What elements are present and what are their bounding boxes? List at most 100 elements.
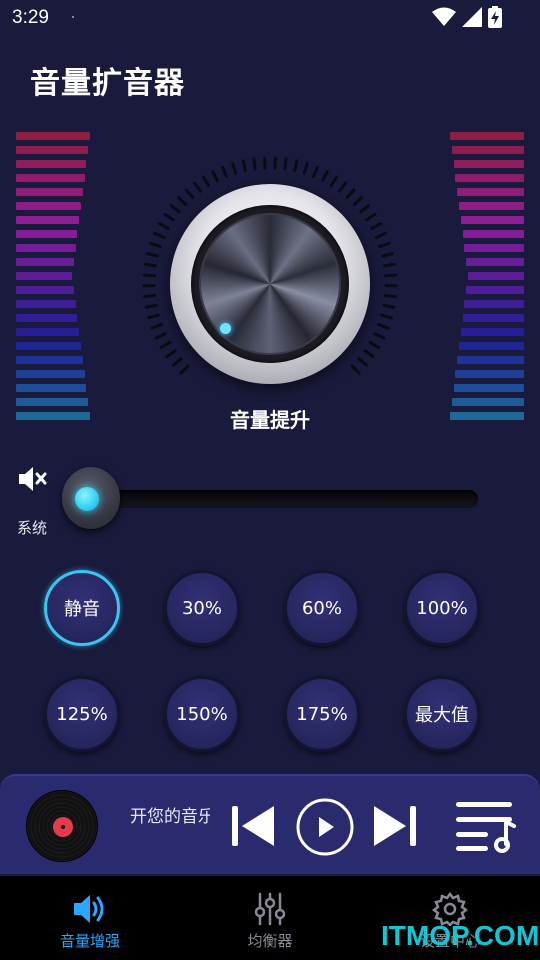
knob-tick — [149, 241, 162, 249]
knob-tick — [144, 262, 157, 268]
play-icon[interactable] — [296, 798, 354, 856]
eq-bar — [464, 244, 524, 252]
eq-bar — [16, 216, 80, 224]
eq-bar — [468, 272, 524, 280]
eq-bar — [16, 188, 83, 196]
knob-tick — [144, 303, 158, 309]
preset-175-button[interactable]: 175% — [284, 676, 360, 752]
knob-tick — [241, 159, 247, 173]
preset-100-button[interactable]: 100% — [404, 570, 480, 646]
knob-tick — [365, 212, 377, 222]
track-title: 开您的音乐 — [130, 807, 210, 826]
knob-tick — [169, 204, 181, 214]
eq-bar — [16, 132, 90, 140]
preset-125-button[interactable]: 125% — [44, 676, 120, 752]
knob-tick — [293, 159, 299, 173]
eq-bar — [16, 160, 87, 168]
eq-bar — [462, 230, 524, 238]
preset-max-button[interactable]: 最大值 — [404, 676, 480, 752]
vinyl-record-icon[interactable] — [26, 790, 98, 862]
knob-tick — [357, 357, 368, 367]
preset-30-button[interactable]: 30% — [164, 570, 240, 646]
knob-tick — [370, 222, 383, 230]
knob-tick — [172, 357, 183, 367]
knob-tick — [252, 157, 257, 171]
app-title: 音量扩音器 — [30, 66, 185, 101]
eq-bar — [453, 160, 524, 168]
volume-slider-thumb[interactable] — [62, 467, 120, 529]
volume-slider-track[interactable] — [70, 490, 478, 508]
eq-bar — [16, 328, 80, 336]
knob-tick — [359, 204, 371, 214]
eq-bar — [460, 328, 524, 336]
volume-knob[interactable] — [140, 154, 400, 414]
site-watermark: ITMOP.COM — [381, 920, 540, 951]
signal-icon — [462, 7, 482, 27]
nav-item-equalizer[interactable]: 均衡器 — [180, 876, 360, 960]
knob-tick — [163, 212, 175, 222]
nav-label-equalizer: 均衡器 — [247, 932, 293, 950]
eq-bar — [466, 286, 524, 294]
knob-face — [199, 213, 341, 355]
previous-track-icon[interactable] — [230, 802, 276, 850]
vinyl-hole — [61, 825, 65, 829]
knob-tick — [338, 181, 348, 193]
knob-tick — [321, 170, 329, 183]
knob-indicator-dot — [220, 323, 231, 334]
knob-tick — [345, 188, 356, 199]
knob-tick — [350, 364, 361, 375]
eq-bar — [462, 314, 524, 322]
preset-mute-button[interactable]: 静音 — [44, 570, 120, 646]
nav-item-volume-boost[interactable]: 音量增强 — [0, 876, 180, 960]
knob-tick — [142, 273, 156, 278]
eq-bar — [464, 300, 524, 308]
eq-bar — [16, 174, 85, 182]
knob-tick — [384, 273, 398, 278]
knob-tick — [179, 364, 190, 375]
knob-tick — [363, 349, 375, 359]
eq-bar — [16, 342, 81, 350]
playlist-icon[interactable] — [454, 800, 516, 854]
eq-visualizer-right — [444, 132, 524, 428]
knob-tick — [150, 323, 163, 330]
knob-tick — [221, 165, 228, 179]
knob-tick — [283, 157, 288, 171]
eq-bar — [457, 188, 524, 196]
knob-tick — [373, 332, 386, 340]
eq-bar — [450, 132, 524, 140]
eq-bar — [16, 272, 72, 280]
eq-bar — [16, 258, 74, 266]
preset-150-button[interactable]: 150% — [164, 676, 240, 752]
knob-tick — [165, 349, 177, 359]
status-bar: 3:29 — [0, 0, 540, 36]
eq-bar — [16, 370, 85, 378]
knob-tick — [184, 188, 195, 199]
knob-tick — [154, 332, 167, 340]
knob-tick — [192, 181, 202, 193]
knob-tick — [146, 252, 159, 258]
music-player-bar: 开您的音乐 — [0, 774, 540, 874]
nav-label-volume-boost: 音量增强 — [59, 932, 120, 950]
preset-60-button[interactable]: 60% — [284, 570, 360, 646]
wifi-icon — [432, 7, 456, 26]
knob-tick — [302, 162, 309, 175]
knob-tick — [368, 340, 381, 350]
speaker-icon — [74, 895, 104, 923]
eq-bar — [16, 384, 87, 392]
eq-visualizer-left — [16, 132, 96, 428]
eq-bar — [16, 286, 74, 294]
knob-tick — [211, 170, 219, 183]
mute-speaker-icon[interactable] — [18, 466, 48, 492]
knob-tick — [378, 241, 391, 249]
knob-tick — [374, 231, 387, 239]
knob-tick — [231, 162, 238, 175]
eq-bar — [451, 146, 524, 154]
eq-bar — [453, 384, 524, 392]
next-track-icon[interactable] — [372, 802, 418, 850]
status-icons — [432, 6, 502, 28]
knob-tick — [377, 323, 390, 330]
knob-tick — [143, 294, 157, 299]
knob-tick — [382, 303, 396, 309]
knob-tick — [383, 262, 396, 268]
eq-bar — [16, 314, 78, 322]
